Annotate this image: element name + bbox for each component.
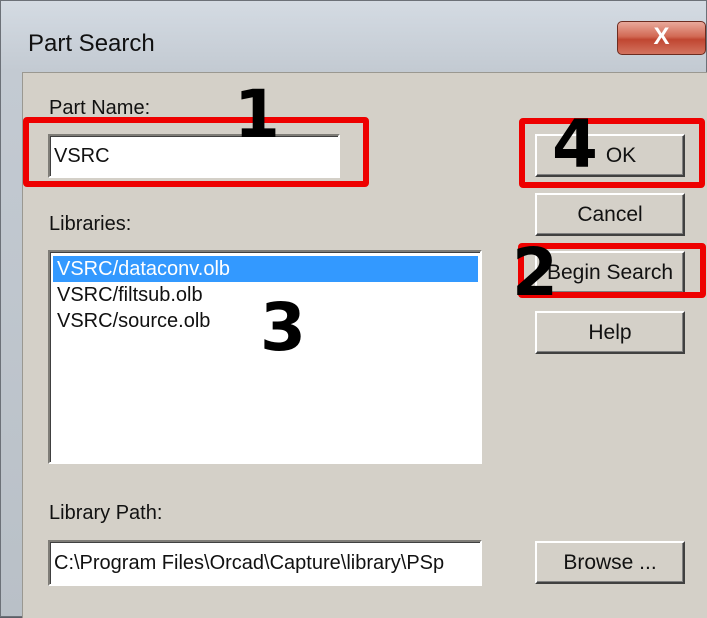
library-path-input[interactable]: C:\Program Files\Orcad\Capture\library\P… (48, 540, 482, 586)
libraries-label: Libraries: (49, 213, 132, 235)
help-button[interactable]: Help (535, 311, 685, 354)
library-path-label: Library Path: (49, 502, 163, 524)
annotation-3: 3 (260, 289, 306, 366)
library-item[interactable]: VSRC/dataconv.olb (53, 256, 478, 282)
browse-button[interactable]: Browse ... (535, 541, 685, 584)
callout-part-name (23, 117, 369, 187)
close-icon: X (653, 23, 670, 50)
annotation-4: 4 (552, 106, 598, 183)
annotation-2: 2 (512, 234, 558, 311)
window-title: Part Search (28, 30, 155, 57)
cancel-button[interactable]: Cancel (535, 193, 685, 236)
title-bar[interactable]: Part Search X (1, 1, 707, 71)
close-button[interactable]: X (617, 21, 706, 55)
callout-ok (519, 118, 705, 188)
annotation-1: 1 (234, 76, 280, 153)
